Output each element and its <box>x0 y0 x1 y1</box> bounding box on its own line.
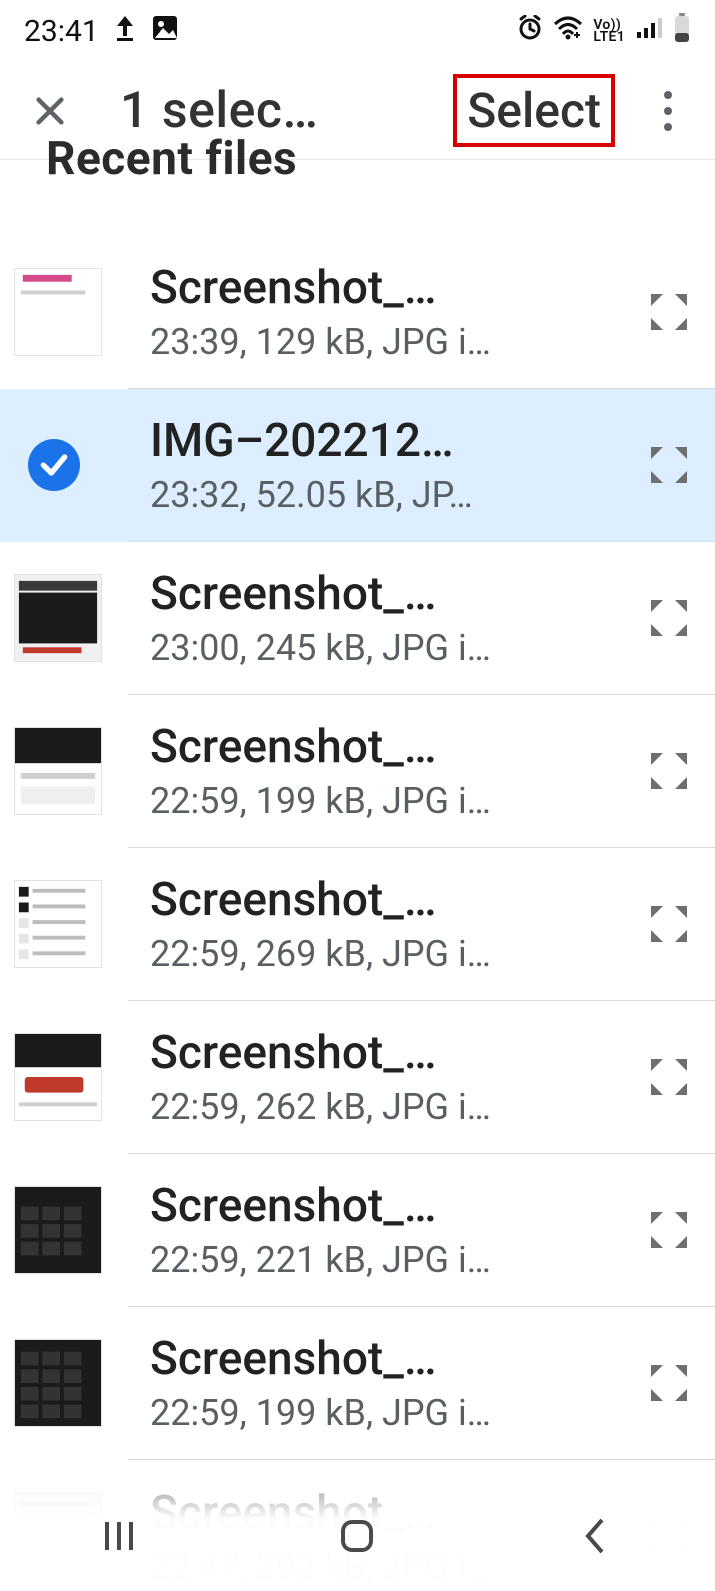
file-thumbnail[interactable] <box>14 727 102 815</box>
image-icon <box>151 14 179 49</box>
file-meta: 22:59, 269 kB, JPG i… <box>150 933 540 975</box>
signal-icon <box>635 16 663 47</box>
recents-button[interactable] <box>69 1506 169 1566</box>
expand-icon[interactable] <box>641 590 697 646</box>
file-row[interactable]: Screenshot_… 22:59, 199 kB, JPG i… <box>0 695 715 848</box>
file-name: IMG–202212… <box>150 414 540 468</box>
select-all-button[interactable]: Select <box>453 74 615 147</box>
status-time: 23:41 <box>24 14 99 49</box>
file-row[interactable]: IMG–202212… 23:32, 52.05 kB, JP… <box>0 389 715 542</box>
more-options-icon[interactable] <box>641 84 695 138</box>
file-name: Screenshot_… <box>150 1026 540 1080</box>
file-thumbnail[interactable] <box>14 1186 102 1274</box>
file-row[interactable]: Screenshot_… 22:59, 199 kB, JPG i… <box>0 1307 715 1460</box>
file-thumbnail[interactable] <box>14 1339 102 1427</box>
file-thumbnail[interactable] <box>14 880 102 968</box>
file-row[interactable]: Screenshot_… 23:39, 129 kB, JPG i… <box>0 236 715 389</box>
alarm-icon <box>517 15 543 48</box>
file-row[interactable]: Screenshot_… 22:59, 221 kB, JPG i… <box>0 1154 715 1307</box>
file-meta: 23:32, 52.05 kB, JP… <box>150 474 540 516</box>
expand-icon[interactable] <box>641 437 697 493</box>
file-thumbnail[interactable] <box>14 574 102 662</box>
home-button[interactable] <box>307 1506 407 1566</box>
system-nav-bar <box>0 1481 715 1591</box>
upload-icon <box>113 14 137 49</box>
file-row[interactable]: Screenshot_… 23:00, 245 kB, JPG i… <box>0 542 715 695</box>
file-row[interactable]: Screenshot_… 22:59, 269 kB, JPG i… <box>0 848 715 1001</box>
file-name: Screenshot_… <box>150 720 540 774</box>
file-name: Screenshot_… <box>150 567 540 621</box>
file-meta: 22:59, 199 kB, JPG i… <box>150 1392 540 1434</box>
file-meta: 22:59, 199 kB, JPG i… <box>150 780 540 822</box>
file-meta: 23:39, 129 kB, JPG i… <box>150 321 540 363</box>
file-thumbnail[interactable] <box>14 1033 102 1121</box>
network-label: Vo))LTE1 <box>593 19 625 43</box>
file-list[interactable]: Screenshot_… 23:39, 129 kB, JPG i… IMG–2… <box>0 236 715 1591</box>
expand-icon[interactable] <box>641 743 697 799</box>
file-meta: 22:59, 262 kB, JPG i… <box>150 1086 540 1128</box>
status-left: 23:41 <box>24 14 179 49</box>
expand-icon[interactable] <box>641 1202 697 1258</box>
file-meta: 22:59, 221 kB, JPG i… <box>150 1239 540 1281</box>
file-row[interactable]: Screenshot_… 22:59, 262 kB, JPG i… <box>0 1001 715 1154</box>
file-name: Screenshot_… <box>150 873 540 927</box>
selection-title: 1 selec… <box>120 82 318 140</box>
file-meta: 23:00, 245 kB, JPG i… <box>150 627 540 669</box>
expand-icon[interactable] <box>641 1049 697 1105</box>
wifi-icon <box>553 16 583 47</box>
expand-icon[interactable] <box>641 284 697 340</box>
expand-icon[interactable] <box>641 1355 697 1411</box>
status-right: Vo))LTE1 <box>517 13 691 50</box>
file-thumbnail[interactable] <box>14 268 102 356</box>
file-selected-check-icon[interactable] <box>28 439 80 491</box>
status-bar: 23:41 Vo))LTE1 <box>0 0 715 62</box>
back-button[interactable] <box>546 1506 646 1566</box>
battery-icon <box>673 13 691 50</box>
expand-icon[interactable] <box>641 896 697 952</box>
file-name: Screenshot_… <box>150 1179 540 1233</box>
file-name: Screenshot_… <box>150 1332 540 1386</box>
file-name: Screenshot_… <box>150 261 540 315</box>
